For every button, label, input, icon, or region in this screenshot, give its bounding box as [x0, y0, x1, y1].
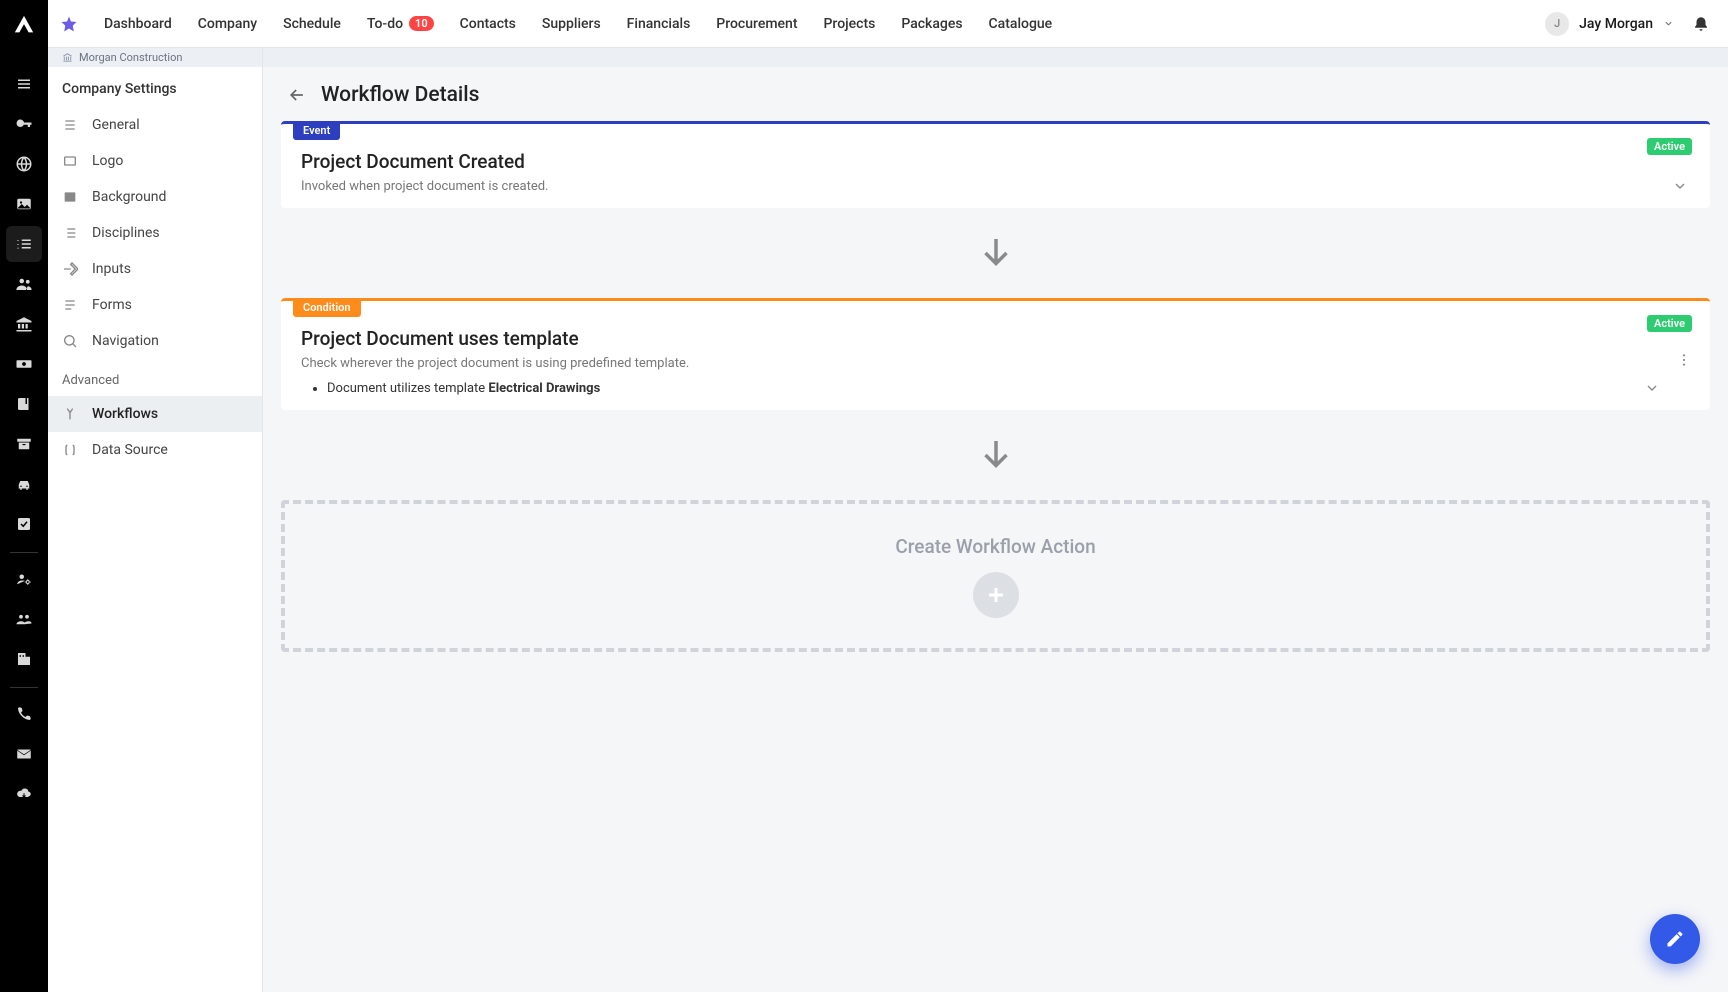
- sidebar-item-background[interactable]: Background: [48, 179, 262, 215]
- sidebar-item-label: Workflows: [92, 406, 158, 422]
- todo-badge: 10: [409, 16, 434, 31]
- plus-circle-icon: [973, 572, 1019, 618]
- rail-people-icon[interactable]: [6, 266, 42, 302]
- nav-suppliers[interactable]: Suppliers: [542, 16, 601, 32]
- sidebar-item-disciplines[interactable]: Disciplines: [48, 215, 262, 251]
- main-body: Workflow Details Event Active Project Do…: [263, 48, 1728, 992]
- more-vert-icon[interactable]: [1676, 352, 1692, 368]
- sidebar-item-navigation[interactable]: Navigation: [48, 323, 262, 359]
- nav-procurement[interactable]: Procurement: [716, 16, 797, 32]
- condition-desc: Check wherever the project document is u…: [301, 356, 1690, 371]
- page-title: Workflow Details: [321, 83, 479, 107]
- bank-icon: [62, 52, 73, 63]
- nav-todo[interactable]: To-do10: [367, 16, 434, 32]
- sidebar-title: Company Settings: [48, 67, 262, 107]
- rail-money-icon[interactable]: [6, 346, 42, 382]
- sidebar-item-label: Inputs: [92, 261, 131, 277]
- fab-edit-button[interactable]: [1650, 914, 1700, 964]
- workflow-condition-card: Condition Active Project Document uses t…: [281, 298, 1710, 410]
- settings-sidebar: Morgan Construction Company Settings Gen…: [48, 48, 263, 992]
- sidebar-item-logo[interactable]: Logo: [48, 143, 262, 179]
- flow-arrow-icon: [281, 208, 1710, 298]
- rail-book-icon[interactable]: [6, 386, 42, 422]
- nav-dashboard[interactable]: Dashboard: [104, 16, 172, 32]
- status-badge: Active: [1647, 138, 1692, 155]
- rail-bank-icon[interactable]: [6, 306, 42, 342]
- sidebar-item-label: Navigation: [92, 333, 159, 349]
- sidebar-item-general[interactable]: General: [48, 107, 262, 143]
- rail-car-icon[interactable]: [6, 466, 42, 502]
- nav-links: Dashboard Company Schedule To-do10 Conta…: [104, 16, 1052, 32]
- sidebar-subtitle-advanced: Advanced: [48, 359, 262, 396]
- sidebar-item-label: General: [92, 117, 140, 133]
- rail-image-icon[interactable]: [6, 186, 42, 222]
- rail-cloud-icon[interactable]: [6, 776, 42, 812]
- nav-packages[interactable]: Packages: [901, 16, 962, 32]
- back-arrow-icon[interactable]: [287, 85, 307, 105]
- rail-globe-icon[interactable]: [6, 146, 42, 182]
- rail-user-gear-icon[interactable]: [6, 561, 42, 597]
- breadcrumb-label: Morgan Construction: [79, 51, 182, 64]
- chevron-down-icon[interactable]: [1663, 18, 1674, 29]
- sidebar-item-label: Data Source: [92, 442, 168, 458]
- workflow-event-card: Event Active Project Document Created In…: [281, 121, 1710, 208]
- sidebar-item-forms[interactable]: Forms: [48, 287, 262, 323]
- rail-mail-icon[interactable]: [6, 736, 42, 772]
- nav-schedule[interactable]: Schedule: [283, 16, 341, 32]
- event-title: Project Document Created: [301, 150, 1690, 173]
- nav-catalogue[interactable]: Catalogue: [989, 16, 1053, 32]
- sidebar-item-label: Background: [92, 189, 166, 205]
- rail-group-icon[interactable]: [6, 601, 42, 637]
- flow-arrow-icon: [281, 410, 1710, 500]
- bell-icon[interactable]: [1692, 15, 1710, 33]
- nav-company[interactable]: Company: [198, 16, 257, 32]
- sidebar-item-datasource[interactable]: Data Source: [48, 432, 262, 468]
- user-avatar[interactable]: J: [1545, 12, 1569, 36]
- nav-contacts[interactable]: Contacts: [460, 16, 516, 32]
- event-desc: Invoked when project document is created…: [301, 179, 1690, 194]
- rail-key-icon[interactable]: [6, 106, 42, 142]
- rail-numbered-list-icon[interactable]: [6, 226, 42, 262]
- condition-item: Document utilizes template Electrical Dr…: [327, 381, 1690, 396]
- user-name[interactable]: Jay Morgan: [1579, 16, 1653, 32]
- sidebar-item-workflows[interactable]: Workflows: [48, 396, 262, 432]
- nav-financials[interactable]: Financials: [627, 16, 691, 32]
- nav-projects[interactable]: Projects: [824, 16, 876, 32]
- sidebar-item-label: Forms: [92, 297, 132, 313]
- sidebar-item-label: Disciplines: [92, 225, 160, 241]
- create-action-placeholder[interactable]: Create Workflow Action: [281, 500, 1710, 652]
- sidebar-item-label: Logo: [92, 153, 123, 169]
- breadcrumb[interactable]: Morgan Construction: [48, 48, 262, 67]
- rail-list-icon[interactable]: [6, 66, 42, 102]
- app-rail: [0, 0, 48, 992]
- condition-tag: Condition: [293, 298, 361, 317]
- app-logo[interactable]: [7, 8, 41, 42]
- condition-title: Project Document uses template: [301, 327, 1690, 350]
- status-badge: Active: [1647, 315, 1692, 332]
- star-icon[interactable]: [60, 15, 78, 33]
- event-tag: Event: [293, 121, 340, 140]
- top-nav: Dashboard Company Schedule To-do10 Conta…: [48, 0, 1728, 48]
- rail-phone-icon[interactable]: [6, 696, 42, 732]
- rail-check-icon[interactable]: [6, 506, 42, 542]
- chevron-down-icon[interactable]: [1644, 380, 1660, 396]
- sidebar-item-inputs[interactable]: Inputs: [48, 251, 262, 287]
- chevron-down-icon[interactable]: [1672, 178, 1688, 194]
- rail-archive-icon[interactable]: [6, 426, 42, 462]
- create-action-label: Create Workflow Action: [895, 535, 1095, 558]
- rail-building-icon[interactable]: [6, 641, 42, 677]
